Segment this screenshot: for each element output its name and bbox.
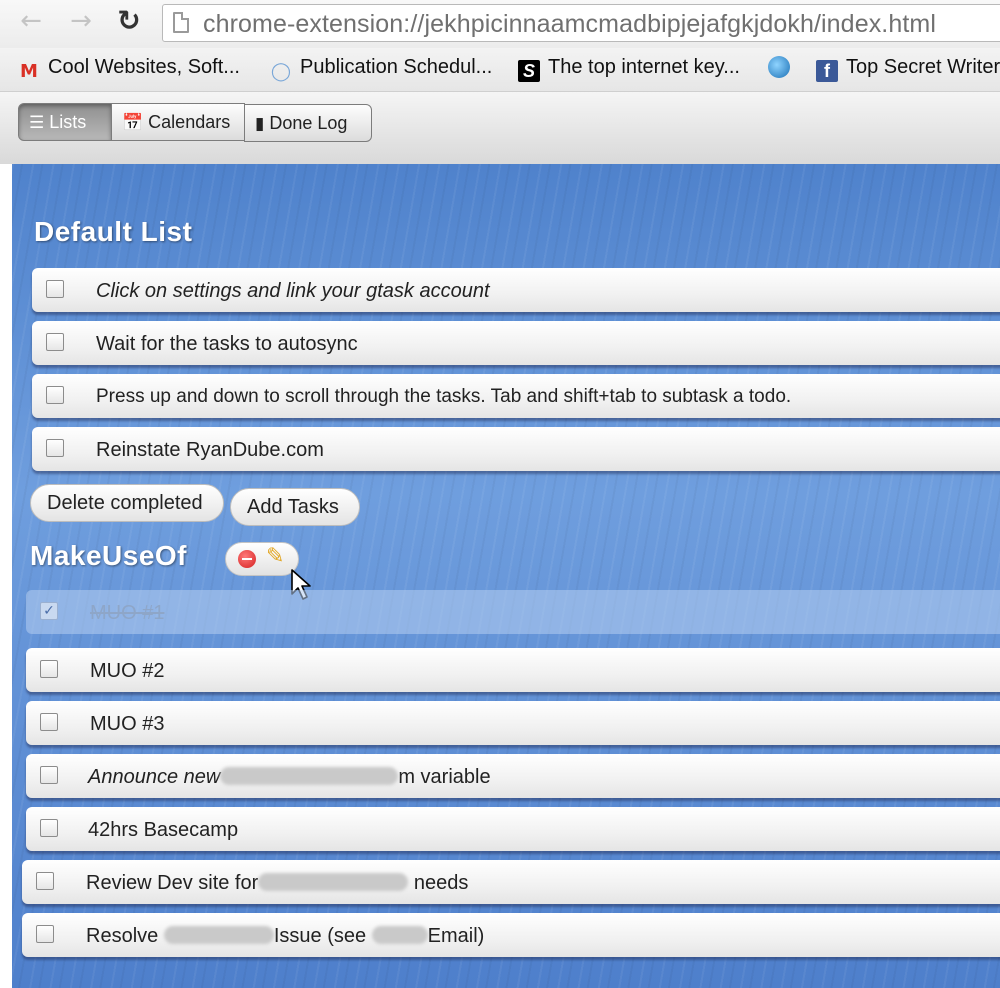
back-arrow-icon[interactable]: ← [16,6,46,36]
tab-done-log[interactable]: ▮ Done Log [244,104,372,142]
task-row[interactable]: Announce new m variable [26,754,1000,798]
url-text[interactable]: chrome-extension://jekhpicinnaamcmadbipj… [203,10,936,39]
redacted-text [258,873,409,891]
task-text[interactable]: Review Dev site for needs [86,872,468,895]
task-text[interactable]: MUO #3 [90,713,164,736]
gmail-icon: M [20,61,38,82]
lists-panel: Default List Click on settings and link … [12,164,1000,988]
bookmarks-bar: M Cool Websites, Soft... ◯ Publication Sch… [0,48,1000,92]
tab-label: Done Log [269,113,348,133]
task-checkbox[interactable] [46,439,64,457]
pencil-edit-icon[interactable]: ✎ [266,544,284,569]
bookmark-top-secret-writer[interactable]: f Top Secret Writer [816,56,1000,84]
bookmark-label: Top Secret Writer [846,56,1000,78]
task-row[interactable]: Wait for the tasks to autosync [32,321,1000,365]
delete-list-icon[interactable] [238,550,256,568]
list-title-makeuseof: MakeUseOf [30,540,188,571]
task-text[interactable]: Wait for the tasks to autosync [96,333,358,356]
tab-label: Lists [49,112,87,132]
task-text[interactable]: Press up and down to scroll through the … [96,386,791,408]
bookmark-publication-schedule[interactable]: ◯ Publication Schedul... [270,56,492,84]
task-checkbox[interactable] [46,333,64,351]
task-text-part: Resolve [86,925,159,947]
list-actions: ✎ [225,542,299,576]
task-row-completed[interactable]: ✓ MUO #1 [26,590,1000,634]
task-row[interactable]: Resolve Issue (see Email) [22,913,1000,957]
task-text-part: m variable [398,766,491,788]
task-text[interactable]: Reinstate RyanDube.com [96,439,324,462]
lightbulb-icon: ◯ [270,61,292,82]
list-icon: ☰ [29,113,45,133]
globe-icon [768,56,790,78]
browser-toolbar: ← → ↻ chrome-extension://jekhpicinnaamcm… [0,0,1000,48]
add-tasks-button[interactable]: Add Tasks [230,488,360,526]
bookmark-cool-websites[interactable]: M Cool Websites, Soft... [18,56,240,84]
delete-completed-button[interactable]: Delete completed [30,484,224,522]
forward-arrow-icon[interactable]: → [66,6,96,36]
task-checkbox[interactable] [40,766,58,784]
task-text-part: Issue (see [273,925,367,947]
task-checkbox-checked[interactable]: ✓ [40,602,58,620]
redacted-text [371,926,428,944]
task-row[interactable]: Reinstate RyanDube.com [32,427,1000,471]
task-text-part: Announce new [88,766,221,788]
redacted-text [163,926,274,944]
task-text[interactable]: Announce new m variable [88,766,491,789]
task-checkbox[interactable] [40,660,58,678]
redacted-text [220,767,399,785]
page-icon [173,12,189,33]
address-bar[interactable]: chrome-extension://jekhpicinnaamcmadbipj… [162,4,1000,42]
task-text[interactable]: MUO #2 [90,660,164,683]
calendar-icon: 📅 [122,113,144,133]
tab-calendars[interactable]: 📅 Calendars [111,103,245,141]
list-title-default: Default List [34,216,193,247]
bookmark-globe[interactable] [768,56,798,84]
reload-icon[interactable]: ↻ [114,6,144,36]
tab-label: Calendars [148,112,231,132]
task-checkbox[interactable] [46,386,64,404]
tab-lists[interactable]: ☰ Lists [18,103,112,141]
task-text[interactable]: Click on settings and link your gtask ac… [96,280,490,303]
bookmark-label: Publication Schedul... [300,56,493,78]
task-text-part: Review Dev site for [86,872,259,894]
task-row[interactable]: MUO #3 [26,701,1000,745]
task-checkbox[interactable] [40,819,58,837]
task-text[interactable]: Resolve Issue (see Email) [86,925,484,948]
task-row[interactable]: Click on settings and link your gtask ac… [32,268,1000,312]
facebook-icon: f [816,60,838,82]
app-toolbar: ☰ Lists 📅 Calendars ▮ Done Log [0,92,1000,164]
book-icon: ▮ [255,114,265,134]
task-checkbox[interactable] [36,872,54,890]
task-row[interactable]: Review Dev site for needs [22,860,1000,904]
bookmark-label: The top internet key... [548,56,740,78]
task-checkbox[interactable] [36,925,54,943]
task-row[interactable]: 42hrs Basecamp [26,807,1000,851]
task-row[interactable]: Press up and down to scroll through the … [32,374,1000,418]
s-logo-icon: S [518,60,540,82]
task-checkbox[interactable] [40,713,58,731]
task-row[interactable]: MUO #2 [26,648,1000,692]
task-text-part: Email) [427,925,485,947]
bookmark-top-internet-keywords[interactable]: S The top internet key... [518,56,740,84]
task-text[interactable]: MUO #1 [90,602,164,625]
bookmark-label: Cool Websites, Soft... [48,56,240,78]
task-text[interactable]: 42hrs Basecamp [88,819,238,842]
task-checkbox[interactable] [46,280,64,298]
task-text-part: needs [413,872,469,894]
